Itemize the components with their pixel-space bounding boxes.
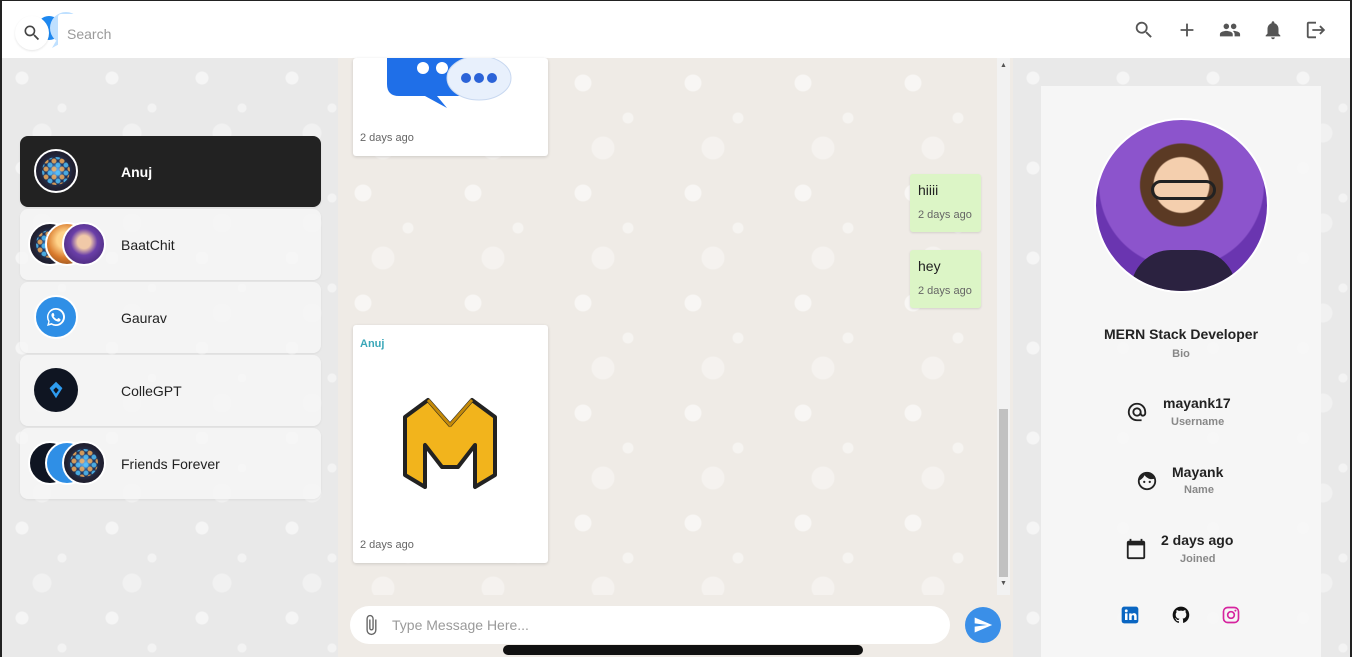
message-card[interactable]: 2 days ago [353,58,548,156]
avatar [34,295,78,339]
chat-item-anuj[interactable]: Anuj [20,136,321,207]
scroll-down-arrow-icon[interactable]: ▼ [999,580,1008,588]
avatar [62,222,106,266]
chat-name: ColleGPT [121,382,182,399]
m-logo-image [403,398,497,489]
message-time: 2 days ago [360,132,414,144]
calendar-icon [1125,538,1147,560]
profile-name-label: Name [1184,484,1214,496]
chat-name: Gaurav [121,309,167,326]
profile-avatar [1094,118,1269,293]
profile-joined: 2 days ago [1161,532,1234,548]
instagram-icon[interactable] [1221,605,1241,625]
message-sender: Anuj [360,338,385,350]
own-message-bubble[interactable]: hey 2 days ago [910,250,981,308]
avatar-glasses [1151,180,1216,200]
message-card[interactable]: Anuj 2 days ago [353,325,548,563]
plus-icon[interactable] [1174,17,1199,42]
attachment-icon[interactable] [360,614,382,636]
search-button[interactable] [15,16,49,50]
message-text: hey [918,258,941,274]
message-time: 2 days ago [360,539,414,551]
profile-bio: MERN Stack Developer [1103,326,1259,342]
linkedin-icon[interactable] [1120,605,1140,625]
own-message-bubble[interactable]: hiiii 2 days ago [910,174,981,232]
at-icon [1126,401,1148,423]
avatar [34,368,78,412]
avatar [34,149,78,193]
search-icon[interactable] [1131,17,1156,42]
header-actions [1131,17,1328,42]
github-icon[interactable] [1171,605,1191,625]
message-time: 2 days ago [918,209,972,221]
chat-item-friends-forever[interactable]: Friends Forever [20,428,321,499]
bell-icon[interactable] [1260,17,1285,42]
profile-joined-label: Joined [1180,553,1216,565]
message-input[interactable] [392,615,932,635]
chat-name: BaatChit [121,236,175,253]
group-icon[interactable] [1217,17,1242,42]
send-icon [974,617,993,633]
search-input[interactable] [58,14,328,53]
chat-scroll-thumb[interactable] [999,409,1008,577]
collegpt-logo-icon [49,381,63,399]
chat-logo-image [387,58,512,108]
home-indicator [503,645,863,655]
scroll-up-arrow-icon[interactable]: ▲ [999,62,1008,70]
message-time: 2 days ago [918,285,972,297]
search-icon [24,25,40,41]
profile-username-label: Username [1171,416,1225,428]
chat-name: Friends Forever [121,455,220,472]
send-button[interactable] [965,607,1001,643]
profile-name: Mayank [1172,464,1224,480]
profile-username: mayank17 [1163,395,1231,411]
chat-name: Anuj [121,163,153,180]
avatar-shirt [1131,250,1236,291]
chat-item-collegpt[interactable]: ColleGPT [20,355,321,426]
face-icon [1136,470,1158,492]
chat-item-gaurav[interactable]: Gaurav [20,282,321,353]
logout-icon[interactable] [1303,17,1328,42]
message-text: hiiii [918,182,939,198]
profile-bio-label: Bio [1172,348,1190,360]
chat-item-baatchit[interactable]: BaatChit [20,209,321,280]
avatar [62,441,106,485]
whatsapp-icon [47,308,65,326]
